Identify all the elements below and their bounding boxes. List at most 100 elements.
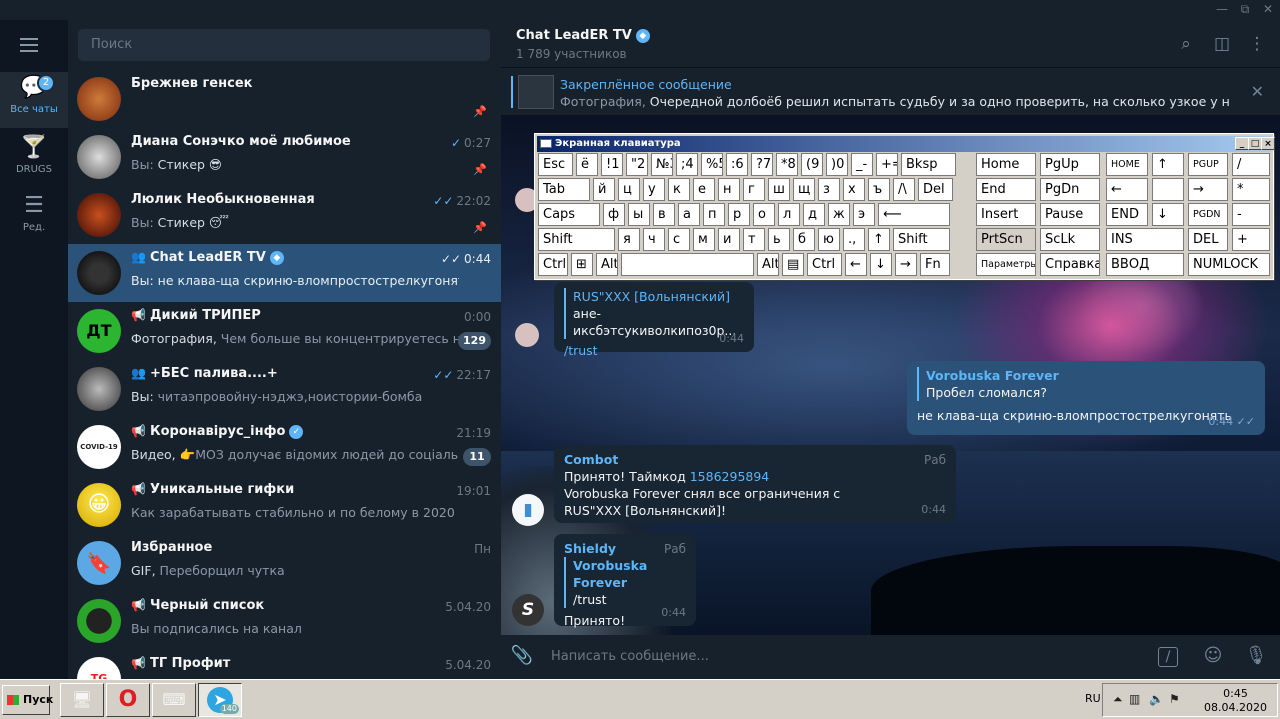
message-bubble[interactable]: Shieldy Раб Vorobuska Forever /trust При… xyxy=(554,534,696,628)
taskbar-app-telegram[interactable]: ➤ 140 xyxy=(198,683,242,717)
chat-row[interactable]: 🔖 Избранное GIF, Переборщил чутка Пн xyxy=(68,534,501,592)
numpad-key[interactable]: - xyxy=(1232,203,1270,226)
numpad-key[interactable] xyxy=(1152,178,1184,201)
key[interactable]: Tab xyxy=(538,178,590,201)
numpad-key[interactable]: + xyxy=(1232,228,1270,251)
key[interactable]: ф xyxy=(603,203,625,226)
search-input[interactable]: Поиск xyxy=(78,29,490,61)
chat-row[interactable]: ДТ 📢 Дикий ТРИПЕР Фотография, Чем больше … xyxy=(68,302,501,360)
key[interactable]: Bksp xyxy=(901,153,956,176)
command-link[interactable]: /trust xyxy=(564,342,744,359)
key[interactable]: ч xyxy=(643,228,665,251)
close-pinned-icon[interactable]: ✕ xyxy=(1251,82,1264,101)
key[interactable]: ш xyxy=(768,178,790,201)
key[interactable]: :6 xyxy=(726,153,748,176)
search-icon[interactable]: ⌕ xyxy=(1175,34,1197,54)
pinned-message[interactable]: Закреплённое сообщение Фотография, Очере… xyxy=(501,68,1280,116)
numpad-key[interactable]: ← xyxy=(1106,178,1148,201)
nav-key[interactable]: Insert xyxy=(976,203,1036,226)
nav-key[interactable]: PrtScn xyxy=(976,228,1036,251)
key[interactable]: ы xyxy=(628,203,650,226)
reply-quote[interactable]: RUS"XXX [Вольнянский] ане-иксбэтсукиволк… xyxy=(564,288,744,339)
key[interactable]: о xyxy=(753,203,775,226)
chat-row[interactable]: Брежнев генсек 📌 xyxy=(68,70,501,128)
key[interactable]: щ xyxy=(793,178,815,201)
key[interactable]: и xyxy=(718,228,740,251)
nav-key[interactable]: PgUp xyxy=(1040,153,1100,176)
numpad-key[interactable]: DEL xyxy=(1188,228,1228,251)
sidebar-toggle-icon[interactable]: ◫ xyxy=(1211,34,1233,54)
key[interactable]: ц xyxy=(618,178,640,201)
numpad-key[interactable]: HOME xyxy=(1106,153,1148,176)
key[interactable]: б xyxy=(793,228,815,251)
nav-key[interactable]: Справка xyxy=(1040,253,1100,276)
numpad-key[interactable]: ↑ xyxy=(1152,153,1184,176)
key[interactable]: н xyxy=(718,178,740,201)
hamburger-menu-icon[interactable] xyxy=(20,38,44,56)
close-window-button[interactable]: ✕ xyxy=(1258,2,1278,16)
key[interactable]: Ctrl xyxy=(807,253,842,276)
key[interactable]: ↓ xyxy=(870,253,892,276)
key[interactable]: /\ xyxy=(893,178,915,201)
taskbar-app-opera[interactable]: O xyxy=(106,683,150,717)
folder-all-chats[interactable]: 💬 2 Все чаты xyxy=(0,72,68,128)
key[interactable]: р xyxy=(728,203,750,226)
key[interactable]: у xyxy=(643,178,665,201)
key[interactable]: (9 xyxy=(801,153,823,176)
minimize-button[interactable]: — xyxy=(1212,2,1232,16)
chat-row[interactable]: COVID-19 📢 Коронавірус_інфо ✓ Видео, 👉МОЗ … xyxy=(68,418,501,476)
keyboard-title-bar[interactable]: Экранная клавиатура _ □ × xyxy=(537,136,1275,152)
numpad-key[interactable]: PGUP xyxy=(1188,153,1228,176)
key[interactable]: Shift xyxy=(893,228,950,251)
numpad-key[interactable]: INS xyxy=(1106,228,1184,251)
key[interactable]: г xyxy=(743,178,765,201)
nav-key[interactable]: ScLk xyxy=(1040,228,1100,251)
nav-key[interactable]: End xyxy=(976,178,1036,201)
key[interactable]: э xyxy=(853,203,875,226)
microphone-icon[interactable]: 🎙 xyxy=(1244,645,1268,666)
chat-row[interactable]: 👥 +БЕС палива....+ Вы: читаэпровойну-нэдж… xyxy=(68,360,501,418)
key[interactable]: я xyxy=(618,228,640,251)
key[interactable]: Del xyxy=(918,178,953,201)
key[interactable]: += xyxy=(876,153,898,176)
chat-title[interactable]: Chat LeadER TV ◆ xyxy=(516,28,650,43)
chat-row[interactable]: Люлик Необыкновенная Вы: Стикер 😴 ✓✓ 22:0… xyxy=(68,186,501,244)
keyboard-minimize-button[interactable]: _ xyxy=(1235,137,1249,150)
chat-row-selected[interactable]: 👥 Chat LeadER TV ◆ Вы: не клава-ща скриню-… xyxy=(68,244,501,302)
nav-key[interactable]: Pause xyxy=(1040,203,1100,226)
key[interactable]: с xyxy=(668,228,690,251)
chat-row[interactable]: TG 📢 ТГ Профит 5.04.20 xyxy=(68,650,501,679)
more-options-icon[interactable]: ⋮ xyxy=(1246,34,1268,54)
key[interactable]: Caps xyxy=(538,203,600,226)
key[interactable]: м xyxy=(693,228,715,251)
key[interactable]: → xyxy=(895,253,917,276)
keyboard-maximize-button[interactable]: □ xyxy=(1248,137,1262,150)
key[interactable]: "2 xyxy=(626,153,648,176)
chat-row[interactable]: 📢 Черный список Вы подписались на канал 5… xyxy=(68,592,501,650)
key[interactable]: ж xyxy=(828,203,850,226)
message-bubble-outgoing[interactable]: Vorobuska Forever Пробел сломался? не кл… xyxy=(907,361,1265,435)
key[interactable]: *8 xyxy=(776,153,798,176)
key[interactable]: а xyxy=(678,203,700,226)
nav-key[interactable]: Home xyxy=(976,153,1036,176)
key[interactable]: ю xyxy=(818,228,840,251)
key[interactable]: ;4 xyxy=(676,153,698,176)
chat-row[interactable]: 😀 📢 Уникальные гифки Как зарабатывать ста… xyxy=(68,476,501,534)
flag-icon[interactable]: ⚑ xyxy=(1169,692,1180,706)
key[interactable]: !1 xyxy=(601,153,623,176)
numpad-key[interactable]: NUMLOCK xyxy=(1188,253,1270,276)
key[interactable]: з xyxy=(818,178,840,201)
key[interactable]: Shift xyxy=(538,228,615,251)
key[interactable]: Fn xyxy=(920,253,950,276)
numpad-key[interactable]: / xyxy=(1232,153,1270,176)
key[interactable]: в xyxy=(653,203,675,226)
sender-name[interactable]: Combot xyxy=(564,451,946,468)
key[interactable]: Esc xyxy=(538,153,573,176)
show-hidden-icons-icon[interactable]: ⏶ xyxy=(1113,692,1123,707)
key[interactable]: х xyxy=(843,178,865,201)
key[interactable]: к xyxy=(668,178,690,201)
key[interactable]: %5 xyxy=(701,153,723,176)
chat-row[interactable]: Диана Сонэчко моё любимое Вы: Стикер 😎 ✓… xyxy=(68,128,501,186)
start-button[interactable]: Пуск xyxy=(2,685,53,715)
message-bubble[interactable]: RUS"XXX [Вольнянский] ане-иксбэтсукиволк… xyxy=(554,282,754,358)
